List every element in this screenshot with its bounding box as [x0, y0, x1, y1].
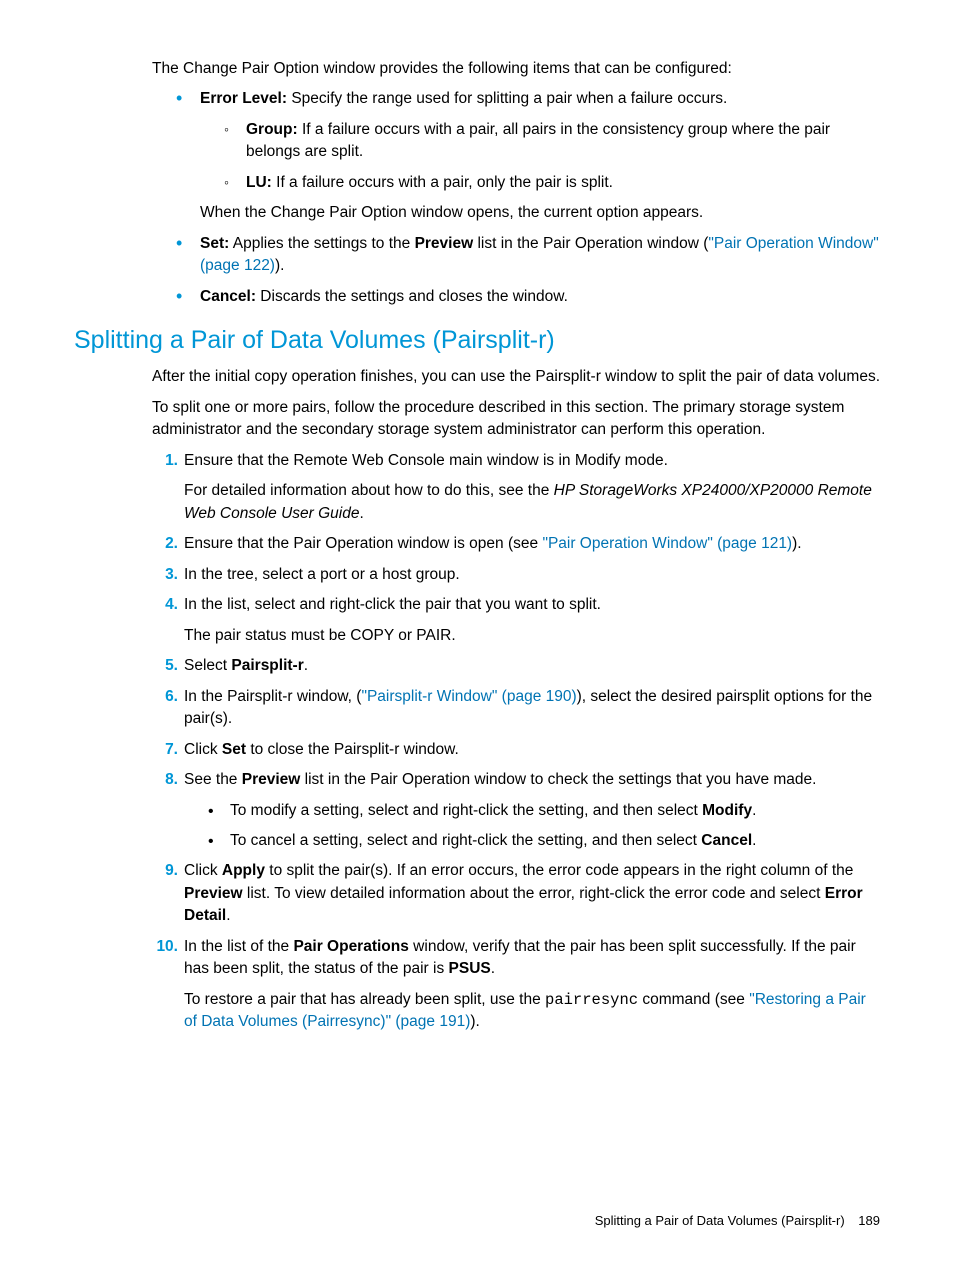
step-8-i2a: To cancel a setting, select and right-cl… [230, 832, 701, 849]
step-5-a: Select [184, 657, 231, 674]
step-3-a: In the tree, select a port or a host gro… [184, 566, 460, 583]
section-heading-splitting: Splitting a Pair of Data Volumes (Pairsp… [74, 322, 880, 358]
step-6: 6. In the Pairsplit-r window, ("Pairspli… [152, 686, 880, 731]
cancel-text: Discards the settings and closes the win… [256, 288, 568, 305]
list-item-cancel: Cancel: Discards the settings and closes… [176, 286, 880, 308]
list-item-set: Set: Applies the settings to the Preview… [176, 233, 880, 278]
step-10-p2c: command (see [638, 991, 749, 1008]
step-7-set: Set [222, 741, 246, 758]
config-items-list: Error Level: Specify the range used for … [176, 88, 880, 308]
error-level-label: Error Level: [200, 90, 287, 107]
step-number: 6. [152, 686, 178, 708]
paragraph-after-initial: After the initial copy operation finishe… [152, 366, 880, 388]
step-10: 10. In the list of the Pair Operations w… [152, 936, 880, 1034]
step-9-preview: Preview [184, 885, 243, 902]
step-8: 8. See the Preview list in the Pair Oper… [152, 769, 880, 852]
step-1: 1. Ensure that the Remote Web Console ma… [152, 450, 880, 525]
step-number: 10. [152, 936, 178, 958]
step-8-i2c: . [752, 832, 756, 849]
set-preview: Preview [415, 235, 474, 252]
step-1-text-b: For detailed information about how to do… [184, 480, 880, 525]
step-9-apply: Apply [222, 862, 265, 879]
step-10-pairresync: pairresync [545, 991, 638, 1009]
step-5-c: . [304, 657, 308, 674]
step-10-p2d: ). [470, 1013, 479, 1030]
step-8-c: list in the Pair Operation window to che… [300, 771, 816, 788]
step-8-cancel-item: To cancel a setting, select and right-cl… [208, 830, 880, 852]
set-text-a: Applies the settings to the [229, 235, 414, 252]
step-1-b1: For detailed information about how to do… [184, 482, 554, 499]
step-6-a: In the Pairsplit-r window, ( [184, 688, 361, 705]
step-10-a: In the list of the [184, 938, 293, 955]
set-label: Set: [200, 235, 229, 252]
step-5-pairsplit: Pairsplit-r [231, 657, 303, 674]
step-8-preview: Preview [242, 771, 301, 788]
step-4-b: The pair status must be COPY or PAIR. [184, 625, 880, 647]
step-4: 4. In the list, select and right-click t… [152, 594, 880, 647]
step-8-cancel: Cancel [701, 832, 752, 849]
step-7-c: to close the Pairsplit-r window. [246, 741, 459, 758]
step-10-pair-operations: Pair Operations [293, 938, 408, 955]
step-7-a: Click [184, 741, 222, 758]
step-10-psus: PSUS [449, 960, 491, 977]
step-10-e: . [491, 960, 495, 977]
intro-paragraph: The Change Pair Option window provides t… [152, 58, 880, 80]
step-2-a: Ensure that the Pair Operation window is… [184, 535, 542, 552]
list-item-error-level: Error Level: Specify the range used for … [176, 88, 880, 224]
step-8-modify: Modify [702, 802, 752, 819]
step-8-i1a: To modify a setting, select and right-cl… [230, 802, 702, 819]
paragraph-to-split: To split one or more pairs, follow the p… [152, 397, 880, 442]
step-7: 7. Click Set to close the Pairsplit-r wi… [152, 739, 880, 761]
step-1-text-a: Ensure that the Remote Web Console main … [184, 450, 880, 472]
step-3: 3. In the tree, select a port or a host … [152, 564, 880, 586]
page-footer: Splitting a Pair of Data Volumes (Pairsp… [595, 1212, 880, 1231]
step-9-g: . [226, 907, 230, 924]
sub-item-lu: LU: If a failure occurs with a pair, onl… [224, 172, 880, 194]
step-number: 3. [152, 564, 178, 586]
link-pair-operation-window-121[interactable]: "Pair Operation Window" (page 121) [542, 535, 792, 552]
lu-label: LU: [246, 174, 272, 191]
lu-text: If a failure occurs with a pair, only th… [272, 174, 613, 191]
error-level-sublist: Group: If a failure occurs with a pair, … [224, 119, 880, 194]
error-level-after-text: When the Change Pair Option window opens… [200, 202, 880, 224]
step-number: 9. [152, 860, 178, 882]
step-10-p2a: To restore a pair that has already been … [184, 991, 545, 1008]
step-9-e: list. To view detailed information about… [243, 885, 825, 902]
set-text-c: list in the Pair Operation window ( [473, 235, 708, 252]
cancel-label: Cancel: [200, 288, 256, 305]
error-level-text: Specify the range used for splitting a p… [287, 90, 727, 107]
step-2-b: ). [792, 535, 801, 552]
set-text-d: ). [275, 257, 284, 274]
sub-item-group: Group: If a failure occurs with a pair, … [224, 119, 880, 164]
step-number: 4. [152, 594, 178, 616]
step-2: 2. Ensure that the Pair Operation window… [152, 533, 880, 555]
step-number: 5. [152, 655, 178, 677]
step-8-a: See the [184, 771, 242, 788]
procedure-list: 1. Ensure that the Remote Web Console ma… [152, 450, 880, 1034]
group-label: Group: [246, 121, 298, 138]
footer-title: Splitting a Pair of Data Volumes (Pairsp… [595, 1213, 845, 1228]
step-9: 9. Click Apply to split the pair(s). If … [152, 860, 880, 927]
step-number: 1. [152, 450, 178, 472]
step-5: 5. Select Pairsplit-r. [152, 655, 880, 677]
step-8-i1c: . [752, 802, 756, 819]
step-4-a: In the list, select and right-click the … [184, 594, 880, 616]
step-8-sublist: To modify a setting, select and right-cl… [208, 800, 880, 853]
link-pairsplit-r-window-190[interactable]: "Pairsplit-r Window" (page 190) [361, 688, 576, 705]
step-9-a: Click [184, 862, 222, 879]
page-number: 189 [858, 1213, 880, 1228]
step-1-b3: . [359, 505, 363, 522]
group-text: If a failure occurs with a pair, all pai… [246, 121, 830, 160]
step-9-c: to split the pair(s). If an error occurs… [265, 862, 853, 879]
step-number: 7. [152, 739, 178, 761]
step-10-p2: To restore a pair that has already been … [184, 989, 880, 1034]
step-number: 8. [152, 769, 178, 791]
step-number: 2. [152, 533, 178, 555]
step-8-modify-item: To modify a setting, select and right-cl… [208, 800, 880, 822]
step-10-p1: In the list of the Pair Operations windo… [184, 936, 880, 981]
